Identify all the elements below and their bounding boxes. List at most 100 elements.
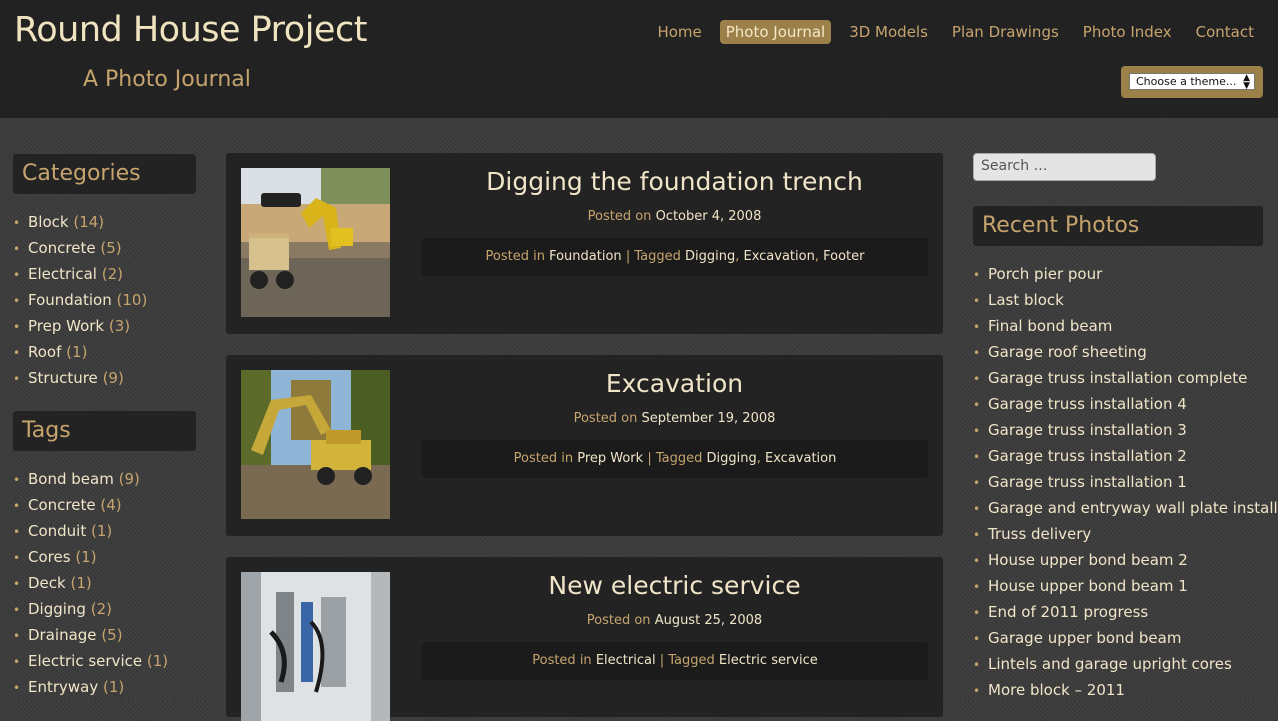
recent-photo-link[interactable]: Garage roof sheeting xyxy=(988,343,1147,361)
post-date-line: Posted on October 4, 2008 xyxy=(406,209,943,224)
category-link[interactable]: Prep Work xyxy=(28,317,104,335)
recent-photo-link[interactable]: Lintels and garage upright cores xyxy=(988,655,1232,673)
post-category-link[interactable]: Foundation xyxy=(549,249,622,264)
post-tag-link[interactable]: Digging xyxy=(707,451,757,466)
post-title[interactable]: Digging the foundation trench xyxy=(406,167,943,196)
theme-select[interactable]: Choose a theme... ▲ ▼ xyxy=(1129,73,1255,91)
tagged-label: | Tagged xyxy=(659,653,715,668)
post-category-link[interactable]: Electrical xyxy=(596,653,656,668)
bullet-icon: • xyxy=(13,372,21,386)
recent-photo-link[interactable]: House upper bond beam 1 xyxy=(988,577,1188,595)
tag-link[interactable]: Concrete xyxy=(28,496,96,514)
nav-3d-models[interactable]: 3D Models xyxy=(843,20,934,44)
post-tag-link[interactable]: Excavation xyxy=(765,451,836,466)
tag-link[interactable]: Drainage xyxy=(28,626,97,644)
tag-count: (5) xyxy=(101,626,123,644)
post-title[interactable]: New electric service xyxy=(406,571,943,600)
tag-link[interactable]: Digging xyxy=(28,600,86,618)
site-header: Round House Project A Photo Journal Home… xyxy=(0,0,1278,118)
tag-link[interactable]: Bond beam xyxy=(28,470,114,488)
category-link[interactable]: Block xyxy=(28,213,69,231)
bullet-icon: • xyxy=(13,629,21,643)
bullet-icon: • xyxy=(13,603,21,617)
recent-photo-link[interactable]: Garage truss installation complete xyxy=(988,369,1247,387)
tag-count: (1) xyxy=(103,678,125,696)
bullet-icon: • xyxy=(13,346,21,360)
bullet-icon: • xyxy=(973,294,981,308)
post-tag-link[interactable]: Digging xyxy=(685,249,735,264)
bullet-icon: • xyxy=(973,398,981,412)
nav-photo-index[interactable]: Photo Index xyxy=(1077,20,1178,44)
post-tag-link[interactable]: Electric service xyxy=(719,653,818,668)
post-meta: Posted in Electrical | Tagged Electric s… xyxy=(422,642,928,680)
tag-link[interactable]: Cores xyxy=(28,548,71,566)
bullet-icon: • xyxy=(973,658,981,672)
tag-link[interactable]: Electric service xyxy=(28,652,142,670)
list-item: • Porch pier pour xyxy=(973,262,1263,288)
post-thumbnail[interactable] xyxy=(241,370,390,519)
post-category-link[interactable]: Prep Work xyxy=(577,451,643,466)
list-item: • Garage truss installation 2 xyxy=(973,444,1263,470)
list-item: • Garage truss installation 4 xyxy=(973,392,1263,418)
post-thumbnail[interactable] xyxy=(241,168,390,317)
recent-photo-link[interactable]: Garage truss installation 1 xyxy=(988,473,1187,491)
list-item: • End of 2011 progress xyxy=(973,600,1263,626)
recent-photo-link[interactable]: Garage truss installation 3 xyxy=(988,421,1187,439)
bullet-icon: • xyxy=(973,372,981,386)
post-thumbnail[interactable] xyxy=(241,572,390,721)
tags-list: • Bond beam (9) • Concrete (4) • Conduit (1… xyxy=(13,467,168,701)
posted-in-label: Posted in xyxy=(485,249,545,264)
recent-photo-link[interactable]: House upper bond beam 2 xyxy=(988,551,1188,569)
bullet-icon: • xyxy=(13,294,21,308)
bullet-icon: • xyxy=(973,528,981,542)
site-title[interactable]: Round House Project xyxy=(14,10,367,50)
bullet-icon: • xyxy=(973,346,981,360)
search-input[interactable]: Search … xyxy=(973,153,1156,181)
list-item: • Prep Work (3) xyxy=(13,314,147,340)
post-title[interactable]: Excavation xyxy=(406,369,943,398)
post-date[interactable]: August 25, 2008 xyxy=(655,613,763,628)
nav-photo-journal[interactable]: Photo Journal xyxy=(719,20,832,44)
post-tag-link[interactable]: Excavation xyxy=(743,249,814,264)
tags-title: Tags xyxy=(13,411,196,451)
recent-photo-link[interactable]: Porch pier pour xyxy=(988,265,1102,283)
category-count: (5) xyxy=(100,239,122,257)
tag-link[interactable]: Conduit xyxy=(28,522,86,540)
nav-contact[interactable]: Contact xyxy=(1190,20,1260,44)
bullet-icon: • xyxy=(973,684,981,698)
recent-photo-link[interactable]: Garage truss installation 4 xyxy=(988,395,1187,413)
list-item: • Concrete (5) xyxy=(13,236,147,262)
bullet-icon: • xyxy=(13,268,21,282)
list-item: • Garage truss installation complete xyxy=(973,366,1263,392)
recent-photo-link[interactable]: Garage and entryway wall plate installat… xyxy=(988,499,1278,517)
tag-link[interactable]: Deck xyxy=(28,574,66,592)
category-link[interactable]: Roof xyxy=(28,343,61,361)
category-link[interactable]: Foundation xyxy=(28,291,112,309)
category-link[interactable]: Electrical xyxy=(28,265,97,283)
list-item: • Final bond beam xyxy=(973,314,1263,340)
recent-photo-link[interactable]: Final bond beam xyxy=(988,317,1112,335)
post-tag-link[interactable]: Footer xyxy=(823,249,864,264)
category-link[interactable]: Structure xyxy=(28,369,98,387)
bullet-icon: • xyxy=(973,554,981,568)
nav-plan-drawings[interactable]: Plan Drawings xyxy=(946,20,1065,44)
bullet-icon: • xyxy=(13,525,21,539)
recent-photo-link[interactable]: Truss delivery xyxy=(988,525,1091,543)
tag-link[interactable]: Entryway xyxy=(28,678,98,696)
theme-switcher: Choose a theme... ▲ ▼ xyxy=(1121,66,1263,98)
category-link[interactable]: Concrete xyxy=(28,239,96,257)
recent-photo-link[interactable]: Last block xyxy=(988,291,1064,309)
tag-count: (4) xyxy=(100,496,122,514)
recent-photo-link[interactable]: Garage truss installation 2 xyxy=(988,447,1187,465)
recent-photo-link[interactable]: End of 2011 progress xyxy=(988,603,1148,621)
tag-count: (1) xyxy=(70,574,92,592)
post-date[interactable]: October 4, 2008 xyxy=(656,209,762,224)
tagged-label: | Tagged xyxy=(625,249,681,264)
recent-photo-link[interactable]: More block – 2011 xyxy=(988,681,1125,699)
theme-select-value: Choose a theme... xyxy=(1136,75,1237,88)
nav-home[interactable]: Home xyxy=(651,20,707,44)
post-date[interactable]: September 19, 2008 xyxy=(642,411,776,426)
categories-list: • Block (14) • Concrete (5) • Electrical (2… xyxy=(13,210,147,392)
bullet-icon: • xyxy=(973,450,981,464)
recent-photo-link[interactable]: Garage upper bond beam xyxy=(988,629,1181,647)
